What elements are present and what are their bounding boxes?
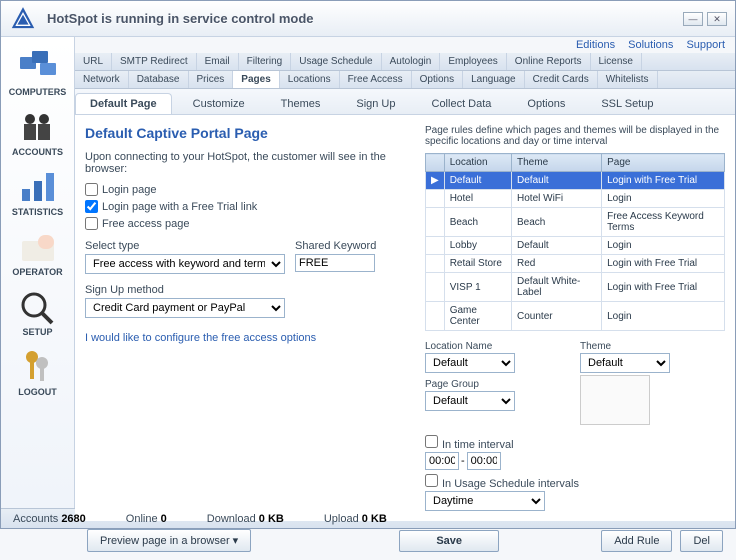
operator-icon xyxy=(17,229,59,265)
signup-method-select[interactable]: Credit Card payment or PayPal xyxy=(85,298,285,318)
checkbox-login-page-input[interactable] xyxy=(85,183,98,196)
tab-whitelists[interactable]: Whitelists xyxy=(598,71,658,88)
tab-credit-cards[interactable]: Credit Cards xyxy=(525,71,598,88)
sidebar-item-accounts[interactable]: ACCOUNTS xyxy=(1,103,74,163)
page-group-select[interactable]: Default xyxy=(425,391,515,411)
tab-prices[interactable]: Prices xyxy=(189,71,234,88)
link-editions[interactable]: Editions xyxy=(576,39,615,51)
subtab-row: Default Page Customize ThemesSign Up Collec… xyxy=(75,89,735,115)
tab-row-2: NetworkDatabasePricesPagesLocationsFree … xyxy=(75,71,735,89)
checkbox-free-access[interactable]: Free access page xyxy=(85,217,415,230)
tab-autologin[interactable]: Autologin xyxy=(382,53,441,70)
status-accounts: Accounts 2680 xyxy=(13,513,86,525)
tab-database[interactable]: Database xyxy=(129,71,189,88)
sidebar-item-logout[interactable]: LOGOUT xyxy=(1,343,74,403)
close-button[interactable]: ✕ xyxy=(707,12,727,26)
tab-pages[interactable]: Pages xyxy=(233,71,279,88)
status-online: Online 0 xyxy=(126,513,167,525)
add-rule-button[interactable]: Add Rule xyxy=(601,530,672,552)
statistics-icon xyxy=(17,169,59,205)
table-row[interactable]: Game CenterCounterLogin xyxy=(426,302,725,331)
checkbox-login-trial-input[interactable] xyxy=(85,200,98,213)
tab-language[interactable]: Language xyxy=(463,71,525,88)
table-row[interactable]: LobbyDefaultLogin xyxy=(426,237,725,255)
table-row[interactable]: BeachBeachFree Access Keyword Terms xyxy=(426,208,725,237)
tab-smtp-redirect[interactable]: SMTP Redirect xyxy=(112,53,197,70)
logout-icon xyxy=(17,349,59,385)
sidebar-item-statistics[interactable]: STATISTICS xyxy=(1,163,74,223)
tab-url[interactable]: URL xyxy=(75,53,112,70)
time-to[interactable] xyxy=(467,452,501,470)
minimize-button[interactable]: — xyxy=(683,12,703,26)
subtab-sign-up[interactable]: Sign Up xyxy=(341,93,410,114)
rules-description: Page rules define which pages and themes… xyxy=(425,125,725,147)
shared-keyword-input[interactable] xyxy=(295,254,375,272)
tab-free-access[interactable]: Free Access xyxy=(340,71,412,88)
titlebar: HotSpot is running in service control mo… xyxy=(1,1,735,37)
tab-license[interactable]: License xyxy=(591,53,642,70)
col-theme[interactable]: Theme xyxy=(512,154,602,172)
delete-rule-button[interactable]: Del xyxy=(680,530,723,552)
sidebar: COMPUTERS ACCOUNTS STATISTICS OPERATOR S… xyxy=(1,37,75,508)
intro-text: Upon connecting to your HotSpot, the cus… xyxy=(85,151,415,175)
subtab-ssl-setup[interactable]: SSL Setup xyxy=(586,93,668,114)
sidebar-item-setup[interactable]: SETUP xyxy=(1,283,74,343)
col-location[interactable]: Location xyxy=(444,154,511,172)
theme-thumbnail xyxy=(580,375,650,425)
schedule-select[interactable]: Daytime xyxy=(425,491,545,511)
tab-email[interactable]: Email xyxy=(197,53,239,70)
tab-network[interactable]: Network xyxy=(75,71,129,88)
checkbox-free-access-input[interactable] xyxy=(85,217,98,230)
configure-free-access-link[interactable]: I would like to configure the free acces… xyxy=(85,332,316,344)
save-button[interactable]: Save xyxy=(399,530,499,552)
table-row[interactable]: Retail StoreRedLogin with Free Trial xyxy=(426,255,725,273)
location-name-select[interactable]: Default xyxy=(425,353,515,373)
status-upload: Upload 0 KB xyxy=(324,513,387,525)
subtab-collect-data[interactable]: Collect Data xyxy=(417,93,507,114)
tab-online-reports[interactable]: Online Reports xyxy=(507,53,591,70)
page-group-label: Page Group xyxy=(425,379,570,390)
computers-icon xyxy=(17,49,59,85)
table-row[interactable]: HotelHotel WiFiLogin xyxy=(426,190,725,208)
link-solutions[interactable]: Solutions xyxy=(628,39,673,51)
select-type[interactable]: Free access with keyword and terms of us… xyxy=(85,254,285,274)
time-from[interactable] xyxy=(425,452,459,470)
in-schedule-check[interactable]: In Usage Schedule intervals xyxy=(425,474,725,490)
subtab-customize[interactable]: Customize xyxy=(178,93,260,114)
rules-table: Location Theme Page ▶DefaultDefaultLogin… xyxy=(425,153,725,331)
link-support[interactable]: Support xyxy=(686,39,725,51)
col-page[interactable]: Page xyxy=(602,154,725,172)
subtab-options[interactable]: Options xyxy=(512,93,580,114)
tab-usage-schedule[interactable]: Usage Schedule xyxy=(291,53,381,70)
setup-icon xyxy=(17,289,59,325)
status-download: Download 0 KB xyxy=(207,513,284,525)
top-links: Editions Solutions Support xyxy=(75,37,735,53)
tab-filtering[interactable]: Filtering xyxy=(239,53,292,70)
window-title: HotSpot is running in service control mo… xyxy=(47,11,314,26)
page-heading: Default Captive Portal Page xyxy=(85,125,415,141)
subtab-default-page[interactable]: Default Page xyxy=(75,93,172,114)
tab-employees[interactable]: Employees xyxy=(440,53,506,70)
shared-keyword-label: Shared Keyword xyxy=(295,240,376,252)
theme-label: Theme xyxy=(580,341,725,352)
tab-locations[interactable]: Locations xyxy=(280,71,340,88)
tab-options[interactable]: Options xyxy=(412,71,463,88)
select-type-label: Select type xyxy=(85,240,285,252)
checkbox-login-trial[interactable]: Login page with a Free Trial link xyxy=(85,200,415,213)
checkbox-login-page[interactable]: Login page xyxy=(85,183,415,196)
accounts-icon xyxy=(17,109,59,145)
preview-button[interactable]: Preview page in a browser ▾ xyxy=(87,529,251,552)
sidebar-item-operator[interactable]: OPERATOR xyxy=(1,223,74,283)
table-row[interactable]: VISP 1Default White-LabelLogin with Free… xyxy=(426,273,725,302)
theme-select[interactable]: Default xyxy=(580,353,670,373)
in-time-interval-check[interactable]: In time interval xyxy=(425,435,725,451)
sidebar-item-computers[interactable]: COMPUTERS xyxy=(1,43,74,103)
location-name-label: Location Name xyxy=(425,341,570,352)
app-logo xyxy=(9,5,37,33)
tab-row-1: URLSMTP RedirectEmailFilteringUsage Sche… xyxy=(75,53,735,71)
subtab-themes[interactable]: Themes xyxy=(266,93,336,114)
signup-method-label: Sign Up method xyxy=(85,284,285,296)
table-row[interactable]: ▶DefaultDefaultLogin with Free Trial xyxy=(426,172,725,190)
